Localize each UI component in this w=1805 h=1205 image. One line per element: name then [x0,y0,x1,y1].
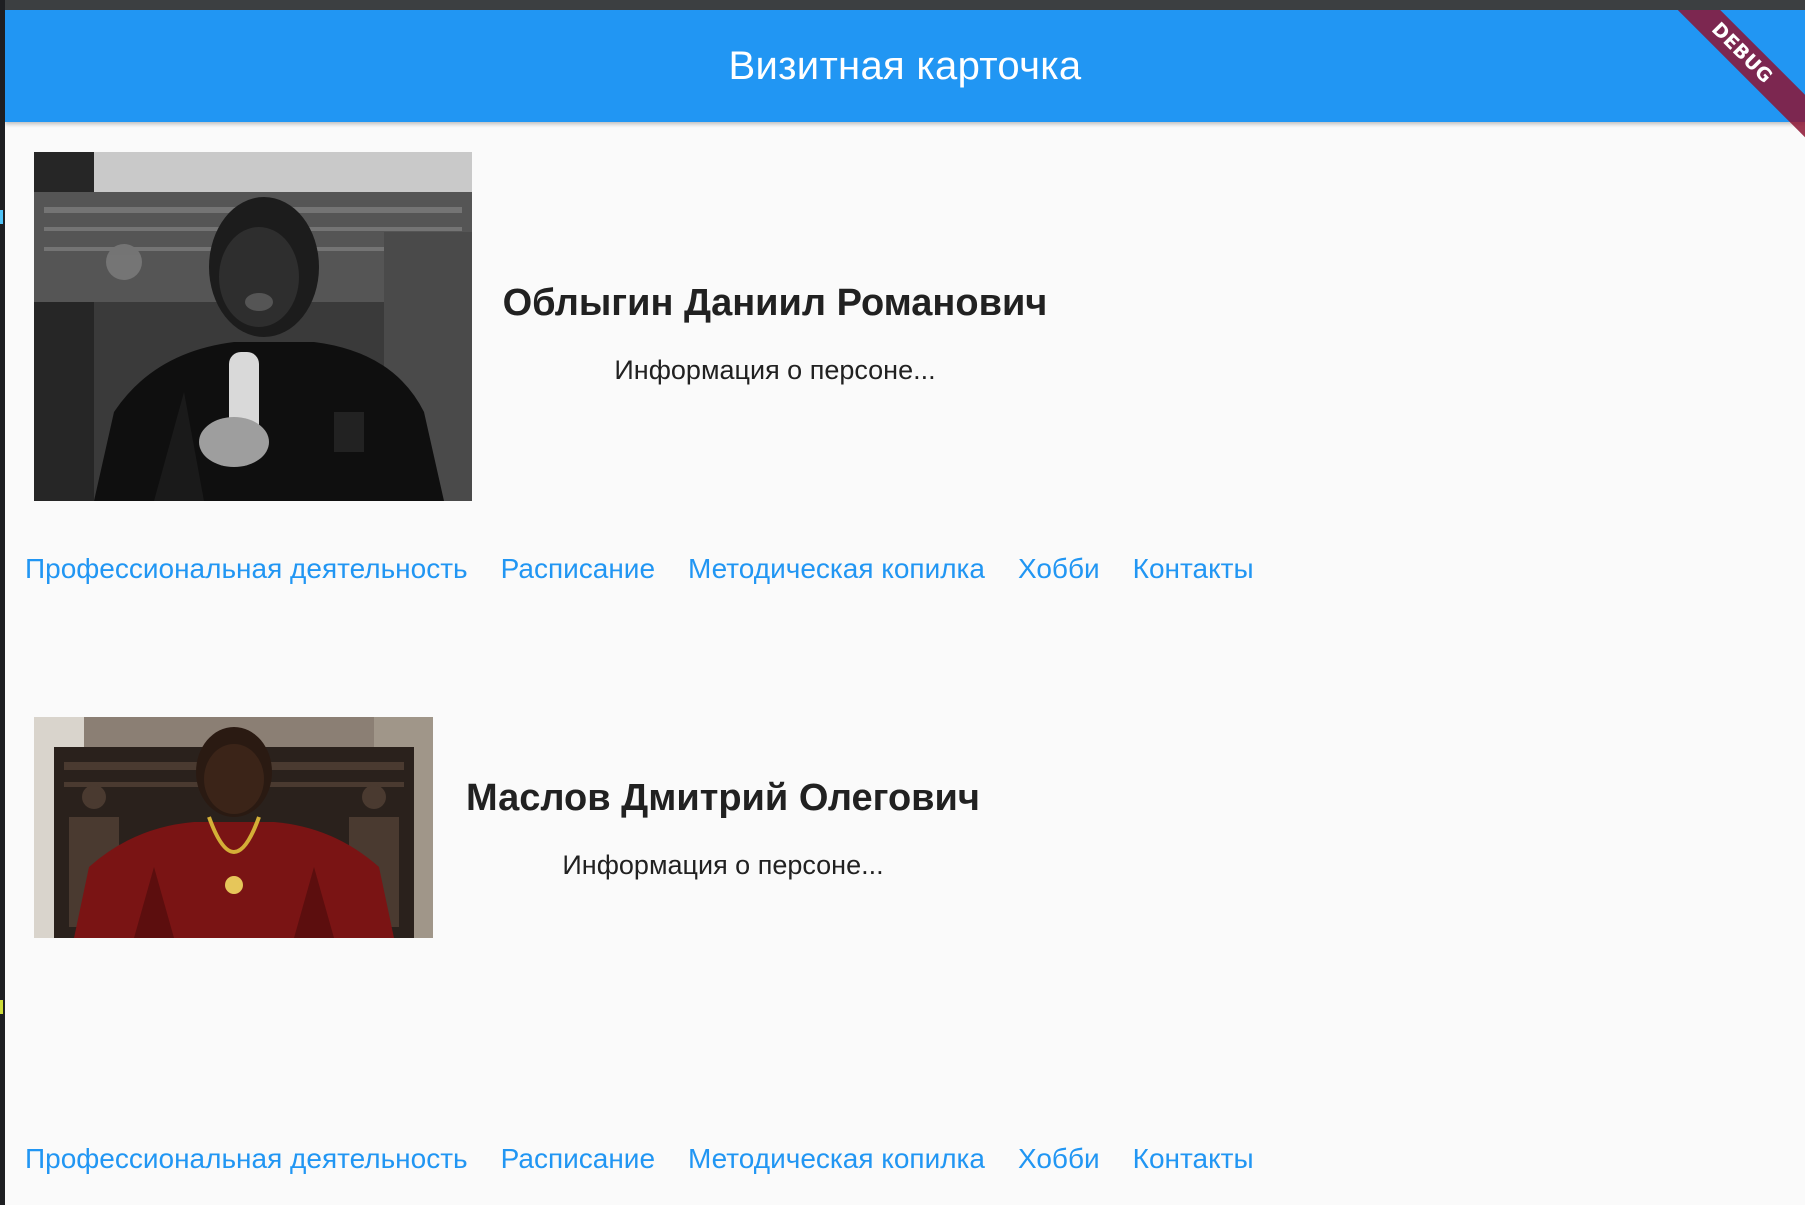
person-photo [34,152,472,501]
link-contacts[interactable]: Контакты [1133,553,1254,585]
person-name: Маслов Дмитрий Олегович [466,777,980,819]
person-photo [34,717,433,938]
person-info: Маслов Дмитрий Олегович Информация о пер… [462,777,984,881]
link-hobbies[interactable]: Хобби [1018,1143,1100,1175]
link-schedule[interactable]: Расписание [501,553,655,585]
link-methodical-collection[interactable]: Методическая копилка [688,1143,985,1175]
app-window: Визитная карточка DEBUG Облыгин Даниил Р… [5,10,1805,1205]
link-hobbies[interactable]: Хобби [1018,553,1100,585]
link-professional-activity[interactable]: Профессиональная деятельность [25,553,468,585]
app-bar: Визитная карточка [5,10,1805,122]
window-top-edge [0,0,1805,10]
person-description: Информация о персоне... [562,850,884,880]
link-professional-activity[interactable]: Профессиональная деятельность [25,1143,468,1175]
gutter-mark [0,1000,3,1014]
link-schedule[interactable]: Расписание [501,1143,655,1175]
person-links: Профессиональная деятельность Расписание… [25,553,1254,585]
person-photo-bw-icon [34,152,472,501]
gutter-mark [0,210,3,224]
person-photo-color-icon [34,717,433,938]
link-methodical-collection[interactable]: Методическая копилка [688,553,985,585]
app-title: Визитная карточка [728,43,1082,88]
person-name: Облыгин Даниил Романович [502,282,1048,324]
person-links: Профессиональная деятельность Расписание… [25,1143,1254,1175]
person-info: Облыгин Даниил Романович Информация о пе… [501,282,1049,386]
person-description: Информация о персоне... [614,355,936,385]
link-contacts[interactable]: Контакты [1133,1143,1254,1175]
